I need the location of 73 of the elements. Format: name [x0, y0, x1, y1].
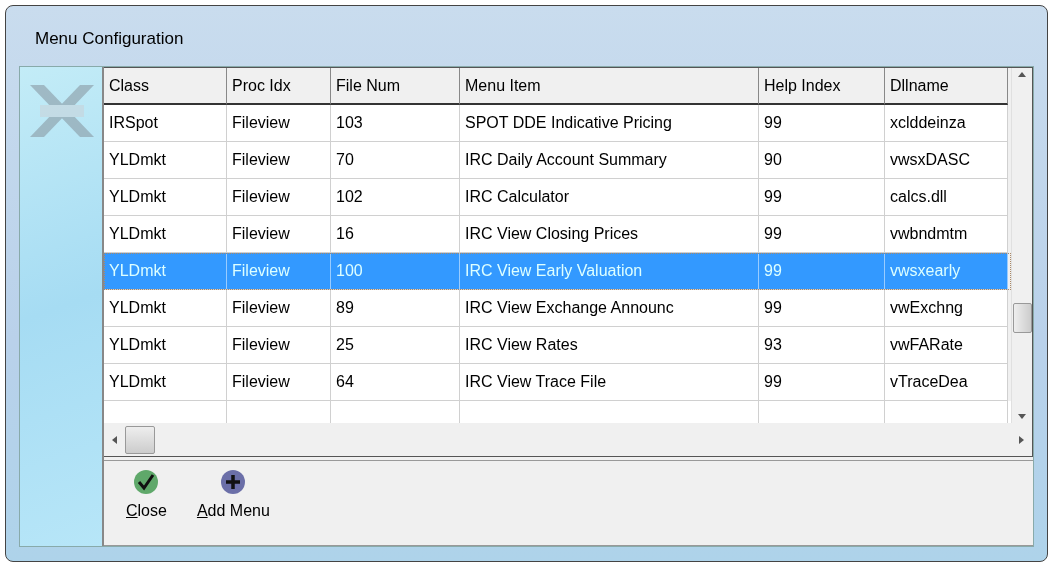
- table-cell: IRC Calculator: [460, 179, 759, 216]
- table-cell: YLDmkt: [104, 179, 227, 216]
- table-row[interactable]: YLDmkt Fileview 102 IRC Calculator 99 calcs.dll: [104, 179, 1011, 216]
- table-cell: 99: [759, 179, 885, 216]
- table-cell: vwsxearly: [885, 253, 1008, 290]
- table-cell: IRC Daily Account Summary: [460, 142, 759, 179]
- table-cell: 99: [759, 105, 885, 142]
- column-header[interactable]: Proc Idx: [227, 68, 331, 105]
- table-row[interactable]: YLDmkt Fileview 16 IRC View Closing Prices 99 vwbndmtm: [104, 216, 1011, 253]
- table-cell: 64: [331, 364, 460, 401]
- table-cell: 103: [331, 105, 460, 142]
- table-cell: vwbndmtm: [885, 216, 1008, 253]
- plus-icon: [220, 469, 247, 495]
- table-row[interactable]: YLDmkt Fileview 70 IRC Daily Account Summary 90 vwsxDASC: [104, 142, 1011, 179]
- table-cell: SPOT DDE Indicative Pricing: [460, 105, 759, 142]
- table-cell: 16: [331, 216, 460, 253]
- window-title: Menu Configuration: [34, 28, 185, 51]
- table-cell: IRC View Trace File: [460, 364, 759, 401]
- table-cell: IRC View Closing Prices: [460, 216, 759, 253]
- table-cell: vwsxDASC: [885, 142, 1008, 179]
- table-cell: 99: [759, 253, 885, 290]
- table-cell: IRC View Early Valuation: [460, 253, 759, 290]
- column-header[interactable]: Help Index: [759, 68, 885, 105]
- toolbar-button[interactable]: Add Menu: [192, 467, 274, 539]
- table-cell: 70: [331, 142, 460, 179]
- table-row[interactable]: YLDmkt Fileview 89 IRC View Exchange Announc 99 vwExchng: [104, 290, 1011, 327]
- table-cell: 25: [331, 327, 460, 364]
- table-cell: vTraceDea: [885, 364, 1008, 401]
- table-cell: Fileview: [227, 253, 331, 290]
- table-cell: Fileview: [227, 142, 331, 179]
- vertical-scrollbar[interactable]: [1011, 68, 1032, 423]
- table-cell: IRSpot: [104, 105, 227, 142]
- table-cell: IRC View Rates: [460, 327, 759, 364]
- table-cell: 93: [759, 327, 885, 364]
- table-cell: Fileview: [227, 327, 331, 364]
- table-cell: Fileview: [227, 290, 331, 327]
- table-cell: 100: [331, 253, 460, 290]
- column-header[interactable]: Class: [104, 68, 227, 105]
- table-cell: 90: [759, 142, 885, 179]
- table-cell: 89: [331, 290, 460, 327]
- column-header[interactable]: Menu Item: [460, 68, 759, 105]
- toolbar-button[interactable]: Close: [122, 467, 171, 539]
- table-cell: YLDmkt: [104, 216, 227, 253]
- check-icon: [133, 469, 160, 495]
- table-cell: YLDmkt: [104, 253, 227, 290]
- scroll-left-icon[interactable]: [112, 435, 117, 444]
- table-cell: vwExchng: [885, 290, 1008, 327]
- scroll-thumb[interactable]: [125, 425, 155, 454]
- table-cell: YLDmkt: [104, 290, 227, 327]
- table-cell: 102: [331, 179, 460, 216]
- table-cell: xclddeinza: [885, 105, 1008, 142]
- table-cell: Fileview: [227, 216, 331, 253]
- table-cell: Fileview: [227, 105, 331, 142]
- table-cell: 99: [759, 290, 885, 327]
- table-row[interactable]: IRSpot Fileview 103 SPOT DDE Indicative Pricing 99 xclddeinza: [104, 105, 1011, 142]
- table-row[interactable]: YLDmkt Fileview 25 IRC View Rates 93 vwFARate: [104, 327, 1011, 364]
- table-cell: calcs.dll: [885, 179, 1008, 216]
- table-cell: vwFARate: [885, 327, 1008, 364]
- table-cell: YLDmkt: [104, 142, 227, 179]
- table-cell: YLDmkt: [104, 364, 227, 401]
- column-header[interactable]: File Num: [331, 68, 460, 105]
- scroll-right-icon[interactable]: [1019, 435, 1024, 444]
- table-row[interactable]: YLDmkt Fileview 64 IRC View Trace File 99 vTraceDea: [104, 364, 1011, 401]
- scroll-up-icon[interactable]: [1018, 72, 1026, 77]
- table-cell: 99: [759, 364, 885, 401]
- table-cell: Fileview: [227, 364, 331, 401]
- scroll-down-icon[interactable]: [1018, 414, 1026, 419]
- scroll-thumb[interactable]: [1012, 303, 1032, 333]
- table-cell: 99: [759, 216, 885, 253]
- column-header[interactable]: Dllname: [885, 68, 1008, 105]
- table-cell: Fileview: [227, 179, 331, 216]
- table-cell: YLDmkt: [104, 327, 227, 364]
- table-cell: IRC View Exchange Announc: [460, 290, 759, 327]
